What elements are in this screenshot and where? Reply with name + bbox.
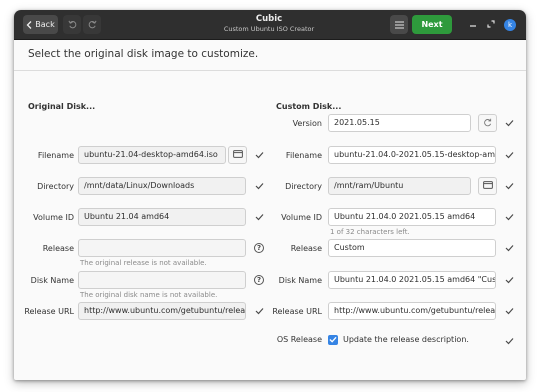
check-icon [254, 212, 264, 222]
custom-disk-heading: Custom Disk... [276, 102, 342, 111]
folder-icon [232, 150, 243, 160]
redo-button[interactable] [83, 15, 101, 34]
maximize-button[interactable] [484, 18, 498, 32]
custom-directory-label: Directory [285, 182, 322, 191]
custom-directory-field[interactable]: /mnt/ram/Ubuntu [328, 177, 471, 195]
custom-release-url-field[interactable]: http://www.ubuntu.com/getubuntu/releasen… [328, 302, 496, 320]
check-icon [504, 243, 514, 253]
cubic-window: Back Cubic Custom Ubuntu ISO Creator Nex… [14, 10, 526, 380]
original-filename-label: Filename [37, 151, 74, 160]
original-disk-heading: Original Disk... [28, 102, 96, 111]
os-release-text: Update the release description. [343, 335, 469, 344]
custom-os-release-label: OS Release [276, 335, 322, 344]
original-disk-name-hint: The original disk name is not available. [80, 291, 218, 299]
original-disk-name-field[interactable] [78, 271, 246, 289]
check-icon [504, 275, 514, 285]
refresh-icon [483, 118, 492, 129]
minimize-button[interactable] [466, 18, 480, 32]
original-release-hint: The original release is not available. [80, 259, 207, 267]
menu-button[interactable] [390, 15, 408, 34]
check-icon [504, 150, 514, 160]
custom-version-field[interactable]: 2021.05.15 [328, 114, 471, 132]
undo-icon [67, 20, 77, 29]
original-directory-label: Directory [37, 182, 74, 191]
custom-filename-field[interactable]: ubuntu-21.04.0-2021.05.15-desktop-amd64.… [328, 146, 496, 164]
app-title: Cubic [255, 14, 283, 24]
original-volume-id-field[interactable]: Ubuntu 21.04 amd64 [78, 208, 246, 226]
custom-release-url-label: Release URL [272, 307, 322, 316]
custom-filename-label: Filename [285, 151, 322, 160]
minimize-icon [469, 20, 477, 30]
next-button-label: Next [421, 20, 443, 29]
divider [14, 70, 526, 71]
avatar[interactable]: k [504, 19, 516, 31]
custom-release-label: Release [290, 244, 322, 253]
header-bar: Back Cubic Custom Ubuntu ISO Creator Nex… [14, 10, 526, 40]
maximize-icon [487, 20, 495, 30]
custom-release-field[interactable]: Custom [328, 239, 496, 257]
check-icon [504, 336, 514, 346]
original-disk-name-label: Disk Name [30, 276, 74, 285]
custom-disk-name-label: Disk Name [278, 276, 322, 285]
folder-icon [482, 181, 493, 191]
menu-icon [394, 20, 404, 29]
check-icon [254, 181, 264, 191]
browse-custom-button[interactable] [478, 177, 497, 195]
original-release-url-field[interactable]: http://www.ubuntu.com/getubuntu/releasen… [78, 302, 246, 320]
chevron-left-icon [26, 20, 32, 29]
custom-disk-name-field[interactable]: Ubuntu 21.04.0 2021.05.15 amd64 "Custom" [328, 271, 496, 289]
page-instruction: Select the original disk image to custom… [28, 48, 259, 60]
app-subtitle: Custom Ubuntu ISO Creator [223, 25, 315, 33]
check-icon [254, 150, 264, 160]
check-icon [254, 306, 264, 316]
checkbox-check-icon [329, 336, 337, 345]
avatar-letter: k [507, 21, 513, 29]
window-title: Cubic Custom Ubuntu ISO Creator [194, 14, 344, 34]
original-volume-id-label: Volume ID [33, 213, 74, 222]
os-release-checkbox[interactable] [328, 335, 338, 345]
undo-button[interactable] [63, 15, 81, 34]
original-directory-field[interactable]: /mnt/data/Linux/Downloads [78, 177, 246, 195]
original-release-field[interactable] [78, 239, 246, 257]
custom-volume-id-label: Volume ID [281, 213, 322, 222]
check-icon [504, 306, 514, 316]
custom-volume-id-hint: 1 of 32 characters left. [330, 228, 410, 236]
help-icon[interactable]: ? [254, 243, 264, 253]
check-icon [504, 181, 514, 191]
back-button-label: Back [35, 20, 55, 29]
original-release-url-label: Release URL [24, 307, 74, 316]
help-icon[interactable]: ? [254, 275, 264, 285]
custom-volume-id-field[interactable]: Ubuntu 21.04.0 2021.05.15 amd64 [328, 208, 496, 226]
browse-original-button[interactable] [228, 146, 247, 164]
check-icon [504, 212, 514, 222]
check-icon [504, 118, 514, 128]
next-button[interactable]: Next [412, 15, 452, 34]
original-filename-field[interactable]: ubuntu-21.04-desktop-amd64.iso [78, 146, 226, 164]
reset-version-button[interactable] [478, 114, 497, 132]
redo-icon [88, 20, 97, 29]
custom-version-label: Version [292, 119, 322, 128]
original-release-label: Release [42, 244, 74, 253]
back-button[interactable]: Back [23, 15, 58, 34]
